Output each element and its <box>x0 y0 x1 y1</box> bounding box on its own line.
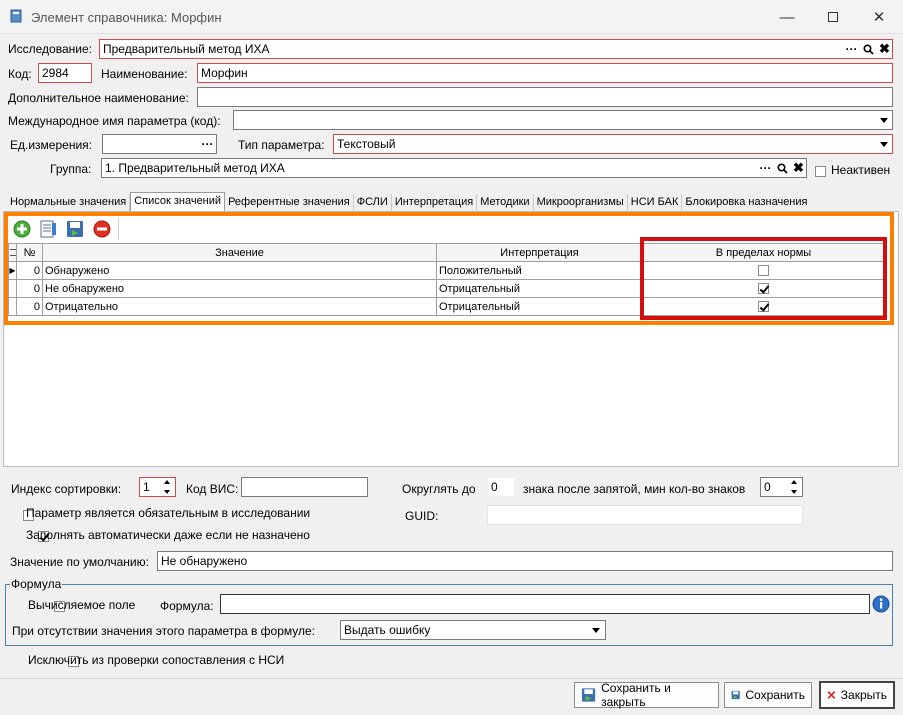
save-label: Сохранить <box>745 688 805 702</box>
maximize-icon <box>828 12 838 22</box>
intl-name-select[interactable] <box>233 110 893 130</box>
save-and-close-label: Сохранить и закрыть <box>601 681 671 709</box>
tab-bar: Нормальные значения Список значений Рефе… <box>7 192 810 211</box>
unit-label: Ед.измерения: <box>10 138 92 152</box>
group-label: Группа: <box>50 162 92 176</box>
tab-microorganisms[interactable]: Микроорганизмы <box>534 194 628 211</box>
group-search-button[interactable] <box>774 159 791 177</box>
spin-down-icon <box>791 490 797 494</box>
alt-name-field[interactable] <box>197 87 893 107</box>
inactive-label: Неактивен <box>831 163 891 177</box>
unit-browse-button[interactable]: ··· <box>199 135 216 153</box>
close-button[interactable]: Закрыть <box>819 681 895 709</box>
close-label: Закрыть <box>840 688 887 702</box>
tab-value-list[interactable]: Список значений <box>130 192 226 211</box>
app-icon <box>10 9 22 23</box>
round-label: Округлять до <box>402 482 476 496</box>
code-label: Код: <box>8 67 32 81</box>
tab-fsli[interactable]: ФСЛИ <box>354 194 392 211</box>
vis-code-field[interactable] <box>241 477 368 497</box>
maximize-button[interactable] <box>810 0 856 34</box>
tab-methods[interactable]: Методики <box>477 194 534 211</box>
clear-icon: ✖ <box>793 160 804 175</box>
save-button[interactable]: Сохранить <box>724 682 812 708</box>
calculated-label: Вычисляемое поле <box>28 598 136 612</box>
clear-icon: ✖ <box>879 41 890 56</box>
type-label: Тип параметра: <box>238 138 325 152</box>
missing-value-dropdown-button[interactable] <box>588 621 604 639</box>
missing-value-select[interactable]: Выдать ошибку <box>340 620 606 640</box>
round-field[interactable]: 0 <box>487 477 515 497</box>
group-clear-button[interactable]: ✖ <box>790 159 807 177</box>
formula-group-label: Формула <box>10 577 63 591</box>
chevron-down-icon <box>880 117 888 123</box>
tab-normal-values[interactable]: Нормальные значения <box>7 194 131 211</box>
highlight-frame-red <box>640 237 887 320</box>
vis-code-label: Код ВИС: <box>186 482 239 496</box>
research-browse-button[interactable]: ··· <box>843 40 860 58</box>
formula-field[interactable] <box>220 594 870 614</box>
min-digits-spinner[interactable] <box>786 477 802 497</box>
tab-nsi-bak[interactable]: НСИ БАК <box>628 194 683 211</box>
save-icon <box>581 688 596 702</box>
research-field[interactable]: Предварительный метод ИХА <box>99 39 893 59</box>
intl-name-dropdown-button[interactable] <box>876 111 892 129</box>
tab-block-assignment[interactable]: Блокировка назначения <box>682 194 810 211</box>
research-search-button[interactable] <box>860 40 877 58</box>
missing-value-label: При отсутствии значения этого параметра … <box>12 624 316 638</box>
name-label: Наименование: <box>101 67 188 81</box>
save-icon <box>731 690 740 700</box>
search-icon <box>777 162 788 174</box>
minimize-icon: — <box>779 8 795 26</box>
sort-index-spinner[interactable] <box>159 477 175 497</box>
footer-separator <box>0 678 903 679</box>
window-title: Элемент справочника: Морфин <box>31 10 222 25</box>
type-dropdown-button[interactable] <box>876 135 892 153</box>
save-and-close-button[interactable]: Сохранить и закрыть <box>574 681 719 709</box>
tab-interpretation[interactable]: Интерпретация <box>392 194 478 211</box>
spin-up-icon <box>791 480 797 484</box>
close-icon: ✕ <box>872 9 886 26</box>
intl-name-label: Международное имя параметра (код): <box>8 114 221 128</box>
minimize-button[interactable]: — <box>764 0 810 34</box>
formula-label: Формула: <box>160 599 214 613</box>
exclude-nsi-label: Исключить из проверки сопоставления с НС… <box>28 653 285 667</box>
research-label: Исследование: <box>8 42 92 56</box>
close-red-icon <box>827 691 836 699</box>
tab-reference-values[interactable]: Референтные значения <box>225 194 354 211</box>
required-label: Параметр является обязательным в исследо… <box>26 506 311 520</box>
group-browse-button[interactable]: ··· <box>757 159 774 177</box>
guid-label: GUID: <box>405 509 439 523</box>
autofill-label: Заполнять автоматически даже если не наз… <box>26 528 310 542</box>
spin-down-icon <box>164 490 170 494</box>
alt-name-label: Дополнительное наименование: <box>8 91 189 105</box>
code-field[interactable]: 2984 <box>38 63 92 83</box>
guid-field[interactable] <box>487 505 803 525</box>
research-clear-button[interactable]: ✖ <box>876 40 893 58</box>
inactive-checkbox[interactable] <box>815 166 826 178</box>
default-value-label: Значение по умолчанию: <box>10 555 149 569</box>
default-value-field[interactable]: Не обнаружено <box>157 551 893 571</box>
spin-up-icon <box>164 480 170 484</box>
close-window-button[interactable]: ✕ <box>856 0 902 34</box>
sort-index-label: Индекс сортировки: <box>11 482 122 496</box>
info-icon[interactable] <box>872 595 890 613</box>
group-field[interactable]: 1. Предварительный метод ИХА <box>101 158 807 178</box>
search-icon <box>863 43 874 55</box>
name-field[interactable]: Морфин <box>197 63 893 83</box>
round-suffix-label: знака после запятой, мин кол-во знаков <box>523 482 746 496</box>
type-select[interactable]: Текстовый <box>333 134 893 154</box>
chevron-down-icon <box>880 141 888 147</box>
chevron-down-icon <box>592 627 600 633</box>
